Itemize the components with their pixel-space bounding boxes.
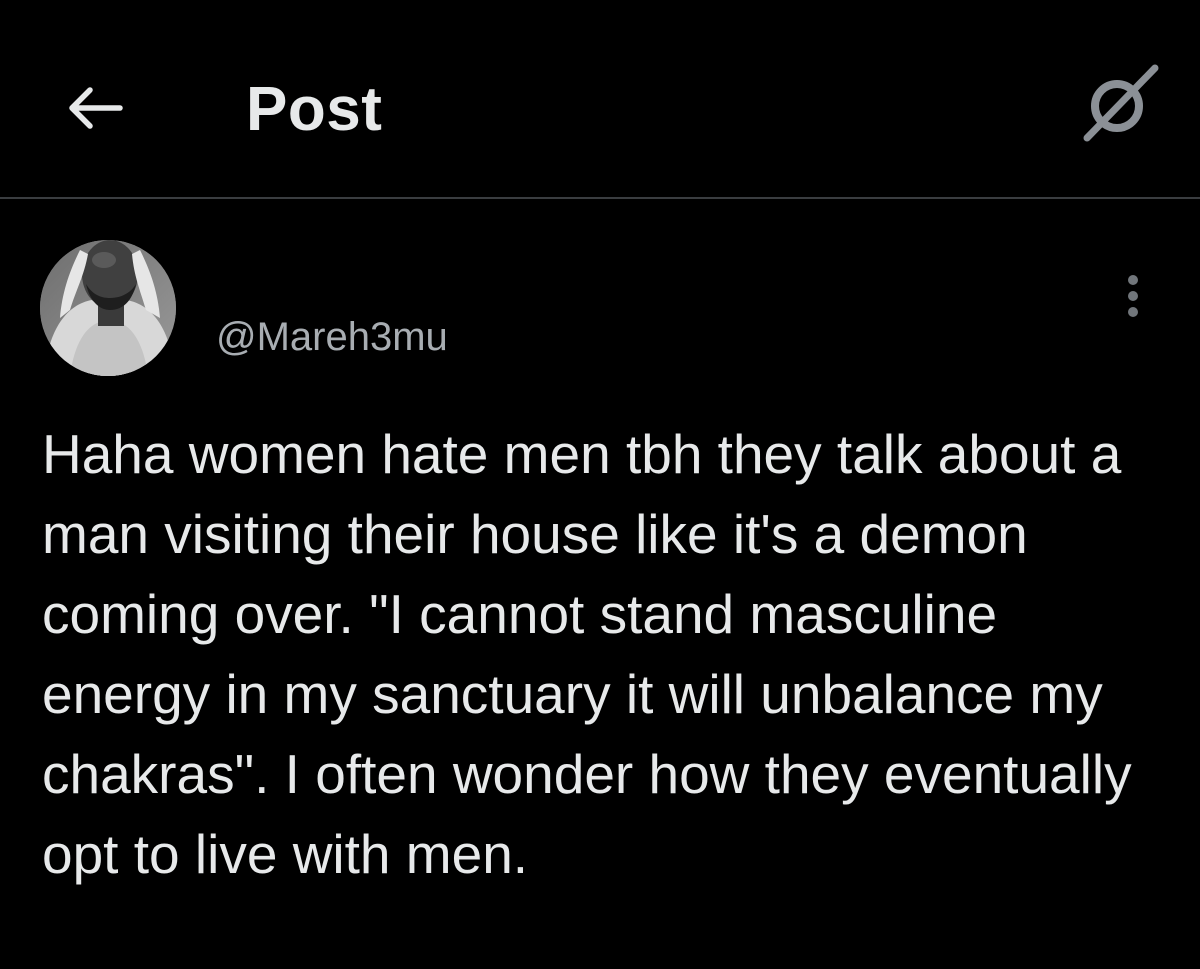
header-divider	[0, 197, 1200, 199]
grok-button[interactable]	[1072, 62, 1166, 146]
more-options-button[interactable]	[1108, 268, 1158, 324]
top-bar: Post	[0, 0, 1200, 198]
post-text: Haha women hate men tbh they talk about …	[42, 423, 1132, 885]
more-vertical-icon	[1128, 275, 1138, 285]
avatar[interactable]	[40, 240, 176, 376]
page-title: Post	[246, 75, 383, 144]
author-handle[interactable]: @Mareh3mu	[216, 312, 448, 362]
more-vertical-icon-dot	[1128, 291, 1138, 301]
grok-icon	[1083, 64, 1159, 142]
back-arrow-icon	[69, 87, 123, 129]
user-avatar	[40, 240, 176, 376]
more-vertical-icon-dot	[1128, 307, 1138, 317]
back-button[interactable]	[58, 72, 130, 144]
